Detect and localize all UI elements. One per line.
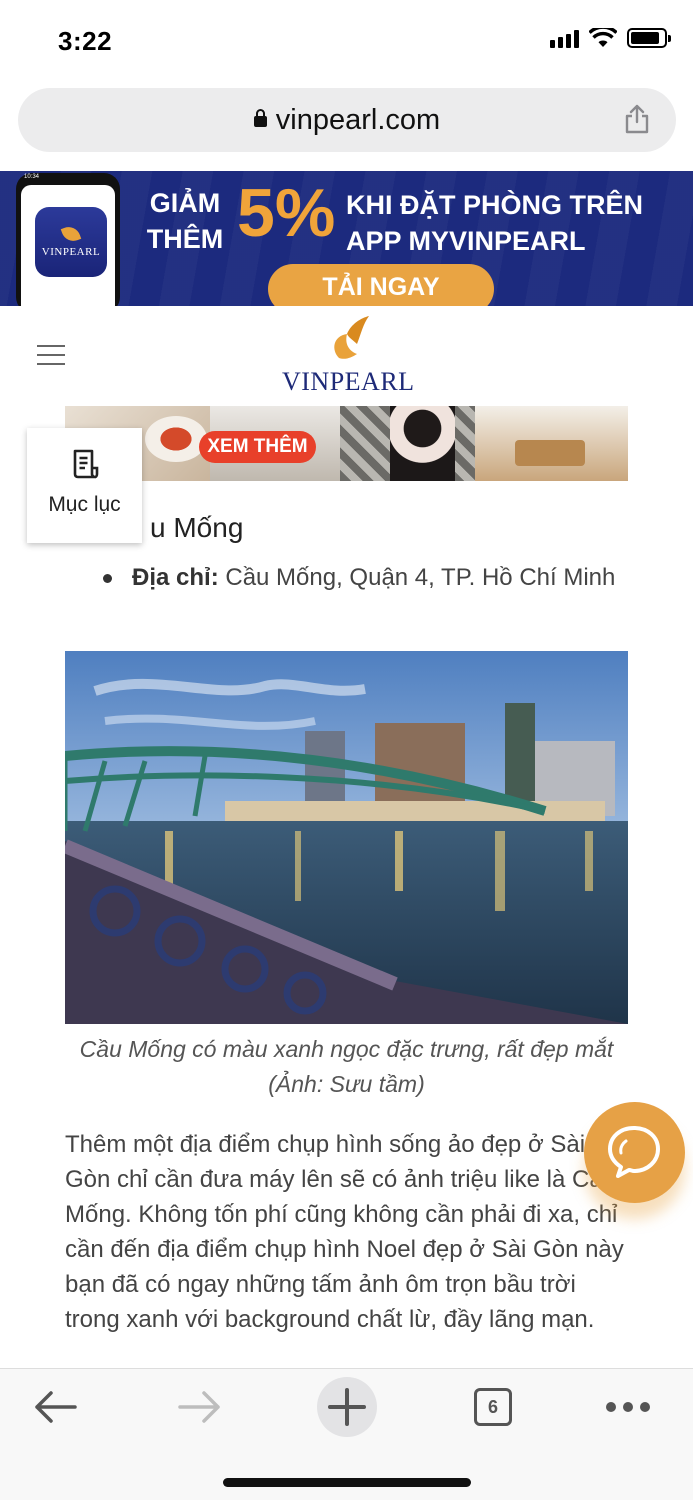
address-label: Địa chỉ: <box>132 564 219 591</box>
battery-icon <box>627 28 671 48</box>
chat-button[interactable] <box>584 1102 685 1203</box>
section-heading: u Mống <box>150 512 244 543</box>
toc-label: Mục lục <box>48 493 121 516</box>
article-paragraph: Thêm một địa điểm chụp hình sống ảo đẹp … <box>65 1131 624 1333</box>
document-icon <box>73 449 98 479</box>
promo-banner[interactable]: 10:34 VINPEARL GIẢM THÊM 5% KHI ĐẶT PHÒN… <box>0 171 693 306</box>
bullet <box>103 574 112 583</box>
image-caption: Cầu Mống có màu xanh ngọc đặc trưng, rất… <box>79 1036 614 1097</box>
url-display[interactable]: vinpearl.com <box>18 104 676 137</box>
phone-mockup: 10:34 VINPEARL <box>16 173 120 306</box>
see-more-button[interactable]: XEM THÊM <box>199 431 316 463</box>
logo-wordmark: VINPEARL <box>282 367 415 396</box>
tabs-button[interactable]: 6 <box>473 1381 513 1433</box>
home-indicator <box>223 1478 471 1487</box>
forward-button[interactable] <box>175 1381 225 1433</box>
bridge-photo <box>65 651 628 1024</box>
address-bar[interactable]: vinpearl.com <box>18 88 676 152</box>
url-text: vinpearl.com <box>275 104 441 136</box>
wifi-icon <box>589 28 617 47</box>
status-time: 3:22 <box>58 26 113 56</box>
vinpearl-logo[interactable]: VINPEARL <box>282 314 415 396</box>
status-bar: 3:22 <box>0 0 693 82</box>
more-menu-button[interactable] <box>603 1381 653 1433</box>
logo-leaf-icon <box>334 316 369 359</box>
table-of-contents-button[interactable]: Mục lục <box>27 428 142 543</box>
banner-discount-text: GIẢM THÊM <box>146 188 224 254</box>
promo-image-strip[interactable]: XEM THÊM <box>65 406 628 481</box>
signal-icon <box>550 28 579 48</box>
address-list-item: Địa chỉ: Cầu Mống, Quận 4, TP. Hồ Chí Mi… <box>103 560 623 595</box>
back-arrow-icon <box>35 1391 77 1423</box>
chat-icon <box>608 1126 660 1178</box>
back-button[interactable] <box>30 1381 80 1433</box>
banner-percent: 5% <box>237 175 336 251</box>
new-tab-button[interactable] <box>317 1377 377 1437</box>
vinpearl-leaf-icon <box>60 223 82 245</box>
tabs-icon: 6 <box>474 1388 512 1426</box>
plus-icon <box>328 1388 366 1426</box>
status-icons <box>550 28 671 48</box>
forward-arrow-icon <box>178 1391 220 1423</box>
site-header: VINPEARL <box>0 306 693 402</box>
share-icon[interactable] <box>624 104 650 134</box>
app-icon: VINPEARL <box>35 207 107 277</box>
download-now-button[interactable]: TẢI NGAY <box>268 264 494 306</box>
lock-icon <box>253 109 267 127</box>
address-value: Cầu Mống, Quận 4, TP. Hồ Chí Minh <box>225 564 616 591</box>
banner-tagline: KHI ĐẶT PHÒNG TRÊN APP MYVINPEARL <box>346 190 643 256</box>
more-icon <box>606 1402 650 1412</box>
hamburger-icon[interactable] <box>37 345 65 365</box>
